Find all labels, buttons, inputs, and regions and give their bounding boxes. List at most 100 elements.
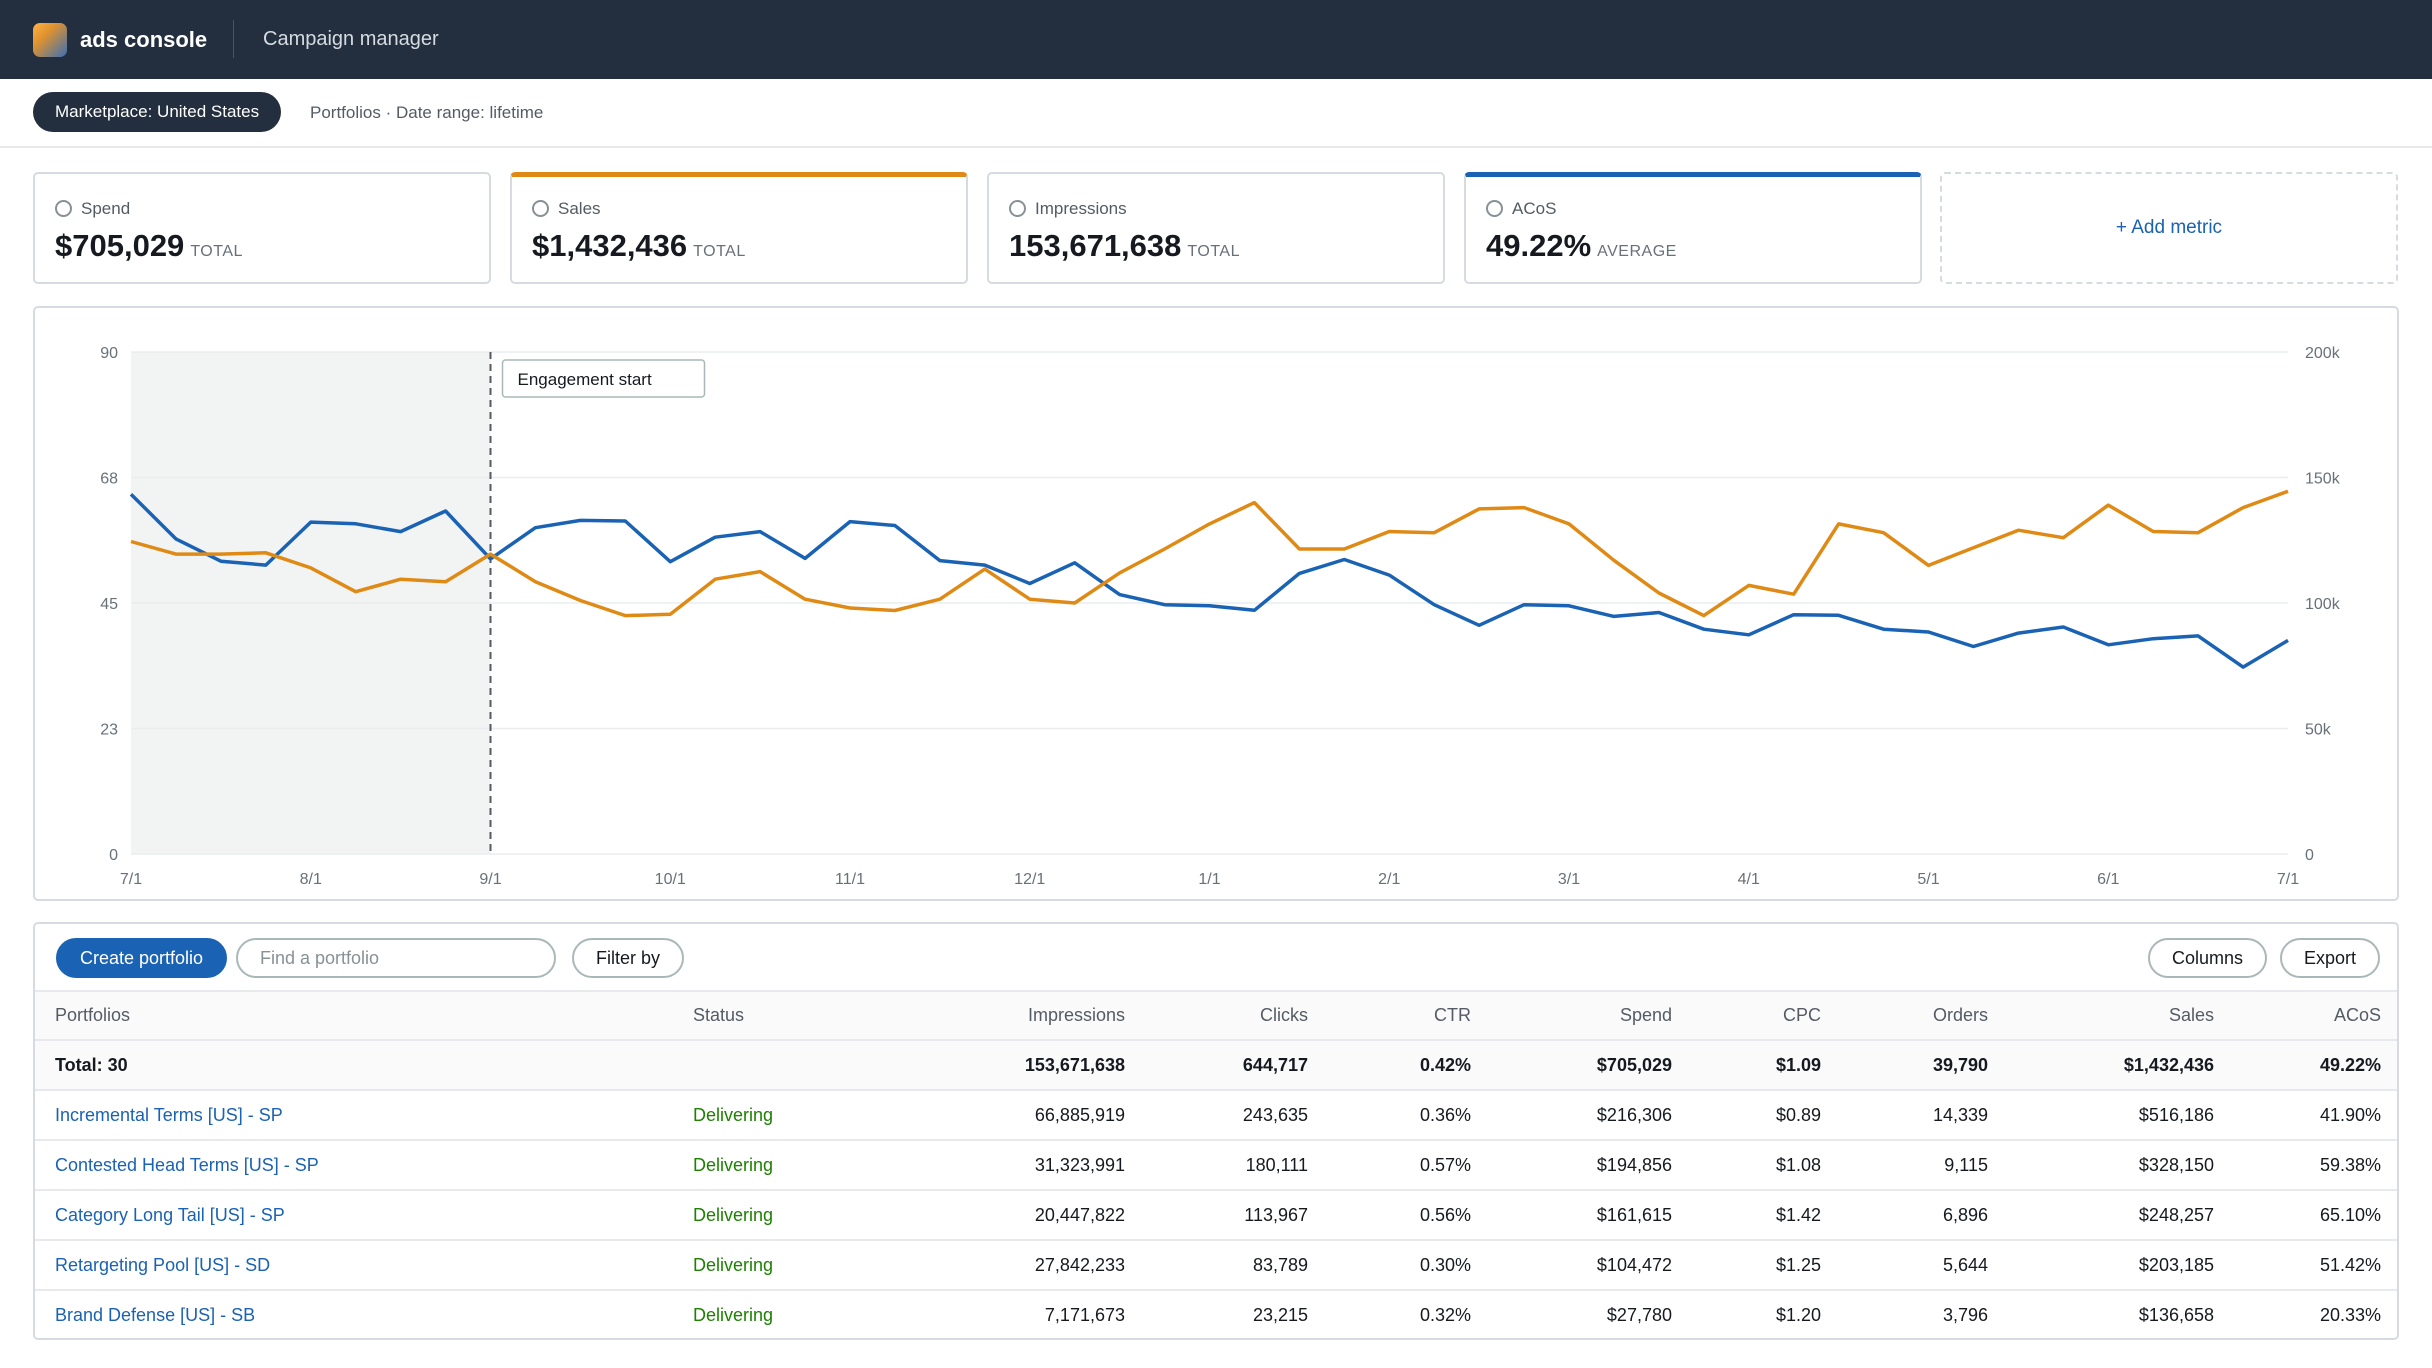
- annotation-label: Engagement start: [518, 370, 652, 389]
- y-right-tick-label: 200k: [2305, 345, 2341, 362]
- table-cell: $1.25: [1692, 1240, 1841, 1291]
- metric-subtext: AVERAGE: [1597, 243, 1677, 260]
- table-cell: [673, 1040, 873, 1091]
- radio-icon[interactable]: [55, 200, 72, 217]
- x-tick-label: 11/1: [835, 871, 865, 888]
- portfolio-link[interactable]: Brand Defense [US] - SB: [35, 1290, 673, 1338]
- metric-value: 153,671,638 TOTAL: [1009, 228, 1240, 263]
- performance-chart: 0 0 23 50k 45 100k 68 150k 90 200k 7/1 8/1 9/1 10/1 11…: [33, 306, 2399, 901]
- portfolio-link[interactable]: Incremental Terms [US] - SP: [35, 1090, 673, 1141]
- table-row: Incremental Terms [US] - SP Delivering 6…: [35, 1090, 2397, 1141]
- x-tick-label: 4/1: [1738, 871, 1760, 888]
- table-cell: $1.08: [1692, 1140, 1841, 1191]
- status-text: Delivering: [673, 1190, 873, 1241]
- col-header[interactable]: Orders: [1841, 990, 2008, 1041]
- table-cell: 5,644: [1841, 1240, 2008, 1291]
- table-cell: 0.36%: [1328, 1090, 1491, 1141]
- table-cell: 14,339: [1841, 1090, 2008, 1141]
- portfolio-search-input[interactable]: Find a portfolio: [236, 938, 556, 978]
- x-tick-label: 1/1: [1198, 871, 1220, 888]
- metric-label: Spend: [81, 199, 131, 218]
- create-portfolio-button[interactable]: Create portfolio: [56, 938, 228, 978]
- portfolio-table-panel: Create portfolio Find a portfolio Filter…: [33, 922, 2399, 1340]
- metric-card-spend[interactable]: Spend $705,029 TOTAL: [33, 172, 491, 284]
- sub-header: Marketplace: United States Portfolios · …: [0, 79, 2432, 148]
- y-left-tick-label: 23: [100, 722, 118, 739]
- table-cell: 41.90%: [2234, 1090, 2397, 1141]
- portfolio-link[interactable]: Category Long Tail [US] - SP: [35, 1190, 673, 1241]
- radio-icon[interactable]: [1009, 200, 1026, 217]
- col-header[interactable]: Impressions: [873, 990, 1145, 1041]
- table-cell: $27,780: [1491, 1290, 1692, 1338]
- col-header[interactable]: Clicks: [1145, 990, 1328, 1041]
- col-header[interactable]: Portfolios: [35, 990, 673, 1041]
- add-metric-button[interactable]: + Add metric: [1940, 172, 2398, 284]
- col-header[interactable]: CTR: [1328, 990, 1491, 1041]
- x-tick-label: 2/1: [1378, 871, 1400, 888]
- radio-icon[interactable]: [1486, 200, 1503, 217]
- table-cell: $203,185: [2008, 1240, 2234, 1291]
- col-header[interactable]: Sales: [2008, 990, 2234, 1041]
- y-left-tick-label: 45: [100, 596, 118, 613]
- table-cell: 51.42%: [2234, 1240, 2397, 1291]
- brand-name[interactable]: ads console: [80, 27, 207, 53]
- table-cell: 644,717: [1145, 1040, 1328, 1091]
- table-cell: 65.10%: [2234, 1190, 2397, 1241]
- total-row: Total: 30 153,671,638 644,717 0.42% $705…: [35, 1040, 2397, 1091]
- portfolio-table: Portfolios Status Impressions Clicks CTR…: [35, 990, 2397, 1338]
- col-header[interactable]: CPC: [1692, 990, 1841, 1041]
- x-tick-label: 7/1: [2277, 871, 2299, 888]
- table-cell: 0.42%: [1328, 1040, 1491, 1091]
- chart-svg: 0 0 23 50k 45 100k 68 150k 90 200k 7/1 8/1 9/1 10/1 11…: [100, 345, 2341, 888]
- table-cell: 20.33%: [2234, 1290, 2397, 1338]
- table-cell: 59.38%: [2234, 1140, 2397, 1191]
- table-cell: $161,615: [1491, 1190, 1692, 1241]
- portfolio-link[interactable]: Retargeting Pool [US] - SD: [35, 1240, 673, 1291]
- table-cell: 49.22%: [2234, 1040, 2397, 1091]
- col-header[interactable]: Spend: [1491, 990, 1692, 1041]
- metric-subtext: TOTAL: [190, 243, 243, 260]
- table-cell: 0.56%: [1328, 1190, 1491, 1241]
- table-cell: $194,856: [1491, 1140, 1692, 1191]
- status-text: Delivering: [673, 1140, 873, 1191]
- col-header[interactable]: ACoS: [2234, 990, 2397, 1041]
- table-cell: 153,671,638: [873, 1040, 1145, 1091]
- status-text: Delivering: [673, 1290, 873, 1338]
- table-cell: $216,306: [1491, 1090, 1692, 1141]
- radio-icon[interactable]: [532, 200, 549, 217]
- portfolio-link[interactable]: Contested Head Terms [US] - SP: [35, 1140, 673, 1191]
- marketplace-selector[interactable]: Marketplace: United States: [33, 92, 282, 132]
- table-cell: 66,885,919: [873, 1090, 1145, 1141]
- table-cell: $104,472: [1491, 1240, 1692, 1291]
- columns-button[interactable]: Columns: [2148, 938, 2268, 978]
- table-cell: $1,432,436: [2008, 1040, 2234, 1091]
- divider: [233, 20, 234, 58]
- table-cell: $1.42: [1692, 1190, 1841, 1241]
- y-left-tick-label: 0: [109, 847, 118, 864]
- x-tick-label: 8/1: [300, 871, 322, 888]
- metric-subtext: TOTAL: [1187, 243, 1240, 260]
- table-cell: 83,789: [1145, 1240, 1328, 1291]
- table-cell: 180,111: [1145, 1140, 1328, 1191]
- x-tick-label: 12/1: [1014, 871, 1045, 888]
- table-row: Contested Head Terms [US] - SP Deliverin…: [35, 1140, 2397, 1191]
- table-cell: 0.30%: [1328, 1240, 1491, 1291]
- metric-card-acos[interactable]: ACoS 49.22% AVERAGE: [1464, 172, 1922, 284]
- table-cell: 39,790: [1841, 1040, 2008, 1091]
- y-left-tick-label: 68: [100, 471, 118, 488]
- metric-subtext: TOTAL: [693, 243, 746, 260]
- y-right-tick-label: 100k: [2305, 596, 2341, 613]
- table-cell: 243,635: [1145, 1090, 1328, 1141]
- table-cell: 0.57%: [1328, 1140, 1491, 1191]
- metric-card-sales[interactable]: Sales $1,432,436 TOTAL: [510, 172, 968, 284]
- filter-button[interactable]: Filter by: [572, 938, 685, 978]
- logo-icon[interactable]: [33, 23, 67, 57]
- col-header[interactable]: Status: [673, 990, 873, 1041]
- export-button[interactable]: Export: [2280, 938, 2381, 978]
- table-cell: Total: 30: [35, 1040, 673, 1091]
- table-cell: 113,967: [1145, 1190, 1328, 1241]
- table-header-row: Portfolios Status Impressions Clicks CTR…: [35, 990, 2397, 1041]
- table-row: Brand Defense [US] - SB Delivering 7,171…: [35, 1290, 2397, 1338]
- table-cell: 9,115: [1841, 1140, 2008, 1191]
- metric-card-impressions[interactable]: Impressions 153,671,638 TOTAL: [987, 172, 1445, 284]
